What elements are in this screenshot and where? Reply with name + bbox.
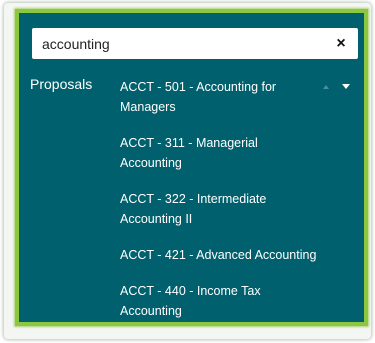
search-dropdown-panel: × Proposals ACCT - 501 - Accounting for …	[15, 9, 368, 326]
caret-down-icon[interactable]	[342, 84, 350, 89]
list-item[interactable]: ACCT - 501 - Accounting for Managers	[120, 75, 320, 119]
close-icon[interactable]: ×	[333, 29, 349, 58]
caret-up-icon[interactable]	[323, 85, 329, 89]
search-input[interactable]	[42, 29, 322, 58]
results-list: ACCT - 501 - Accounting for Managers ACC…	[120, 75, 320, 323]
screenshot-frame: × Proposals ACCT - 501 - Accounting for …	[4, 3, 371, 339]
list-item[interactable]: ACCT - 311 - Managerial Accounting	[120, 131, 320, 175]
list-item[interactable]: ACCT - 440 - Income Tax Accounting	[120, 279, 320, 323]
group-label-proposals: Proposals	[30, 76, 93, 92]
list-item[interactable]: ACCT - 322 - Intermediate Accounting II	[120, 187, 320, 231]
search-box: ×	[32, 28, 358, 59]
list-item[interactable]: ACCT - 421 - Advanced Accounting	[120, 243, 320, 267]
